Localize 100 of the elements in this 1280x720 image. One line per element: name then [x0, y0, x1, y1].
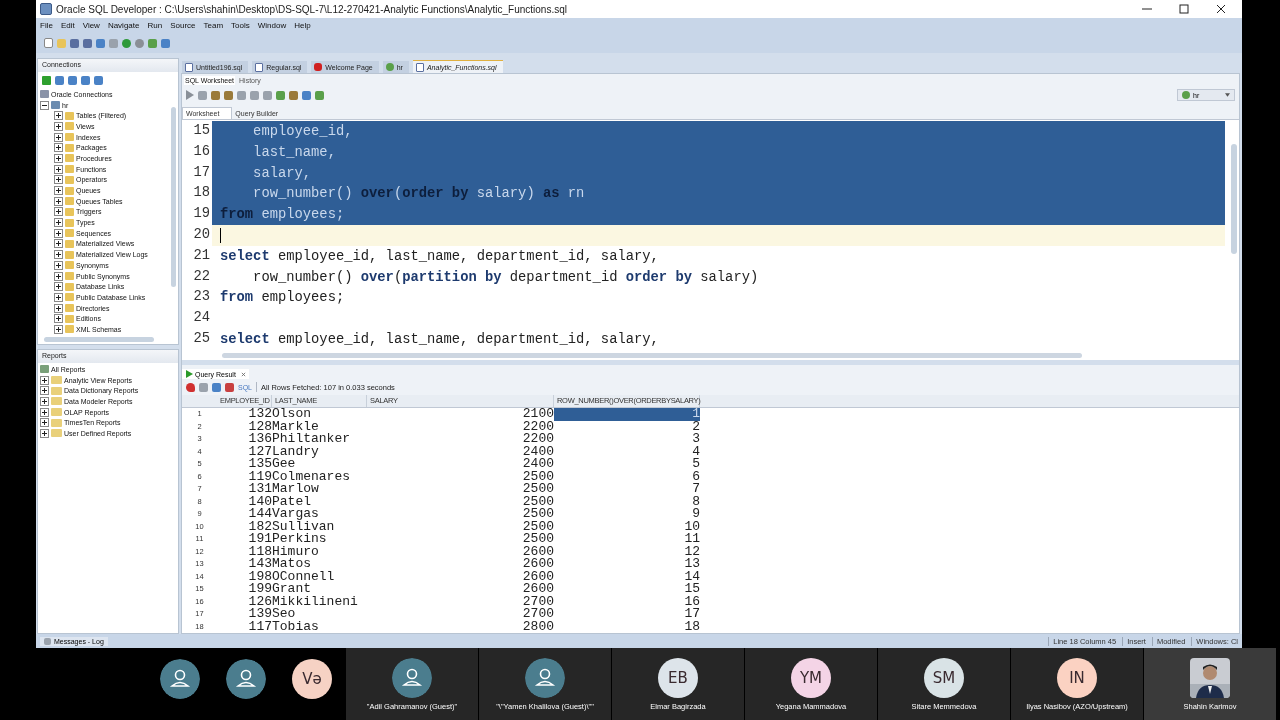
menu-item[interactable]: Source	[170, 21, 196, 30]
window-title: Oracle SQL Developer : C:\Users\shahin\Desktop\DS-SQL-7\L12-270421-Analytic Functions\Analytic_Functions.sql	[56, 3, 567, 15]
folder-icon	[51, 429, 62, 438]
table-cell[interactable]: 16	[554, 595, 700, 608]
table-cell-text: 2600	[521, 545, 554, 558]
table-cell[interactable]: 5	[554, 458, 700, 471]
table-cell[interactable]: 4	[554, 445, 700, 458]
table-cell-text: 135	[247, 458, 272, 471]
table-cell-text: Matos	[272, 558, 312, 571]
menu-item[interactable]: Help	[294, 21, 311, 30]
table-cell[interactable]: 14	[554, 570, 700, 583]
folder-icon	[51, 376, 62, 385]
expand-toggle[interactable]	[54, 303, 63, 313]
expand-toggle[interactable]	[54, 164, 63, 174]
expand-toggle[interactable]	[54, 218, 63, 228]
menu-item[interactable]: Navigate	[107, 21, 140, 30]
expand-toggle[interactable]	[54, 196, 63, 206]
new-file-icon[interactable]	[44, 38, 53, 48]
expand-toggle[interactable]	[54, 121, 63, 131]
table-cell-text: Mikkilineni	[272, 595, 359, 608]
line-number: 25	[192, 329, 211, 348]
table-cell[interactable]: 12	[554, 545, 700, 558]
table-cell[interactable]: 2	[554, 420, 700, 433]
avatar: SM	[924, 657, 964, 698]
expand-toggle[interactable]	[54, 324, 63, 334]
expand-toggle[interactable]	[40, 100, 49, 110]
table-cell[interactable]: 18	[554, 620, 700, 633]
line-number: 20	[192, 226, 211, 244]
code-line: row_number() over(partition by department_id order by salary)	[252, 269, 759, 285]
code-editor[interactable]	[182, 119, 1239, 360]
table-cell-text: Vargas	[272, 508, 320, 521]
table-cell-text: Tobias	[272, 620, 320, 633]
expand-toggle[interactable]	[54, 250, 63, 260]
scrollbar[interactable]	[44, 337, 154, 342]
code-line: employee_id,	[252, 124, 353, 139]
table-cell-text: 2500	[521, 470, 554, 483]
code-line: row_number() over(order by salary) as rn	[252, 186, 585, 202]
table-cell-text: 191	[247, 533, 272, 546]
expand-toggle[interactable]	[40, 386, 49, 396]
menu-item[interactable]: Edit	[60, 21, 75, 30]
table-cell-text: Landry	[272, 445, 320, 458]
expand-toggle[interactable]	[54, 239, 63, 249]
expand-toggle[interactable]	[54, 175, 63, 185]
table-cell[interactable]: 3	[554, 433, 700, 446]
table-cell-text: 2400	[521, 445, 554, 458]
table-cell[interactable]: 9	[554, 508, 700, 521]
scrollbar[interactable]	[1231, 144, 1237, 254]
line-number: 19	[192, 205, 211, 224]
scrollbar[interactable]	[171, 107, 176, 287]
expand-toggle[interactable]	[54, 207, 63, 217]
table-cell-text: 2100	[521, 408, 554, 421]
expand-toggle[interactable]	[54, 228, 63, 238]
table-cell[interactable]: 7	[554, 483, 700, 496]
expand-toggle[interactable]	[40, 418, 49, 428]
table-cell[interactable]: 15	[554, 583, 700, 596]
scrollbar[interactable]	[222, 353, 1082, 358]
expand-toggle[interactable]	[54, 292, 63, 302]
code-line: salary,	[252, 165, 312, 181]
menu-item[interactable]: View	[82, 21, 100, 30]
caret-icon[interactable]	[1225, 93, 1230, 97]
table-cell[interactable]: 8	[554, 495, 700, 508]
avatar: Və	[292, 659, 332, 699]
menu-item[interactable]: File	[40, 21, 53, 30]
expand-toggle[interactable]	[54, 153, 63, 163]
close-icon[interactable]	[1216, 4, 1226, 14]
table-cell[interactable]: 13	[554, 558, 700, 571]
table-cell-text: 119	[247, 470, 272, 483]
line-number: 23	[192, 288, 211, 307]
table-cell[interactable]: 17	[554, 608, 700, 621]
table-cell-text: Sullivan	[272, 520, 336, 533]
expand-toggle[interactable]	[54, 282, 63, 292]
expand-toggle[interactable]	[40, 375, 49, 385]
maximize-icon[interactable]	[1179, 4, 1189, 14]
expand-toggle[interactable]	[54, 111, 63, 121]
table-cell-text: 2600	[521, 583, 554, 596]
stop-icon[interactable]	[198, 90, 207, 100]
line-number: 15	[192, 122, 211, 140]
expand-toggle[interactable]	[40, 428, 49, 438]
expand-toggle[interactable]	[54, 271, 63, 281]
table-cell-text: 2700	[521, 595, 554, 608]
menu-item[interactable]: Run	[147, 21, 163, 30]
expand-toggle[interactable]	[54, 260, 63, 270]
table-cell-text: 2700	[521, 608, 554, 621]
table-cell-text: 136	[247, 433, 272, 446]
table-cell-text: 140	[247, 495, 272, 508]
expand-toggle[interactable]	[54, 143, 63, 153]
table-cell[interactable]: 1	[554, 408, 700, 421]
expand-toggle[interactable]	[40, 396, 49, 406]
expand-toggle[interactable]	[54, 314, 63, 324]
table-cell-text: 2200	[521, 433, 554, 446]
expand-toggle[interactable]	[54, 186, 63, 196]
table-cell-text: 144	[247, 508, 272, 521]
menu-item[interactable]: Team	[203, 21, 224, 30]
expand-toggle[interactable]	[54, 132, 63, 142]
menu-item[interactable]: Tools	[231, 21, 250, 30]
table-cell[interactable]: 6	[554, 470, 700, 483]
expand-toggle[interactable]	[40, 407, 49, 417]
menu-item[interactable]: Window	[257, 21, 287, 30]
table-cell[interactable]: 11	[554, 533, 700, 546]
table-cell[interactable]: 10	[554, 520, 700, 533]
